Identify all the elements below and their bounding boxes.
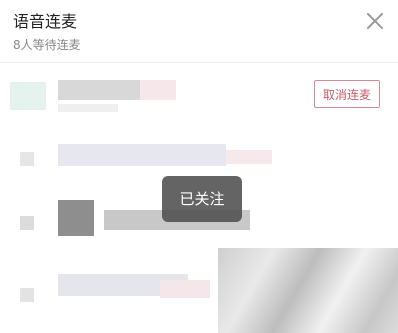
avatar bbox=[20, 152, 34, 166]
user-meta-blurred bbox=[58, 104, 118, 112]
close-icon[interactable] bbox=[364, 10, 386, 32]
avatar bbox=[10, 82, 46, 110]
floating-video-window[interactable] bbox=[218, 248, 398, 333]
user-name-blurred-tail bbox=[160, 280, 210, 298]
header: 语音连麦 8人等待连麦 bbox=[0, 0, 398, 62]
user-avatar-blurred bbox=[58, 200, 94, 236]
page-title: 语音连麦 bbox=[13, 12, 78, 31]
waiting-count: 8人等待连麦 bbox=[13, 38, 81, 52]
avatar bbox=[20, 216, 34, 230]
cancel-mic-button[interactable]: 取消连麦 bbox=[314, 80, 380, 108]
divider bbox=[0, 62, 398, 63]
user-name-blurred bbox=[58, 144, 226, 166]
avatar bbox=[20, 288, 34, 302]
user-name-blurred-tail bbox=[226, 150, 272, 164]
user-name-blurred-tail bbox=[140, 80, 176, 100]
user-name-blurred bbox=[58, 80, 140, 100]
toast-followed: 已关注 bbox=[162, 176, 242, 222]
